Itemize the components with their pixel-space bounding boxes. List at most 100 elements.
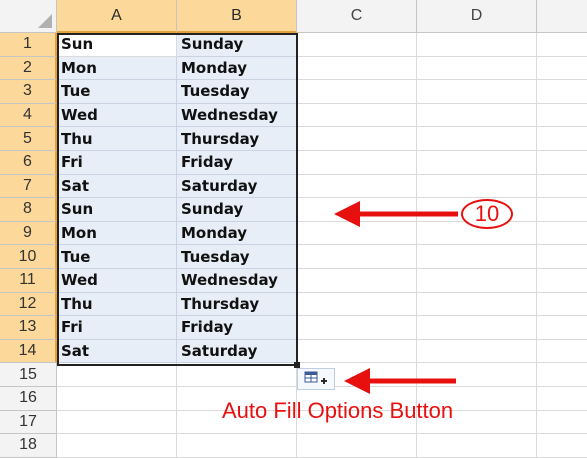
cell[interactable] (537, 387, 587, 411)
cell[interactable] (297, 292, 417, 317)
cell[interactable] (537, 104, 587, 128)
cell[interactable]: Fri (57, 316, 177, 340)
column-header-next[interactable] (537, 0, 587, 33)
cell[interactable] (417, 245, 537, 269)
cell[interactable] (537, 80, 587, 104)
cell[interactable] (537, 151, 587, 175)
cell[interactable]: Monday (177, 221, 297, 246)
cell[interactable] (297, 245, 417, 269)
cell[interactable] (537, 363, 587, 387)
column-header-d[interactable]: D (417, 0, 537, 33)
cell[interactable]: Sunday (177, 198, 297, 222)
cell[interactable]: Sat (57, 174, 177, 199)
cell[interactable]: Sun (57, 198, 177, 222)
row-header[interactable]: 18 (0, 434, 57, 458)
cell[interactable] (537, 293, 587, 317)
auto-fill-options-button[interactable] (297, 368, 335, 390)
row-header[interactable]: 5 (0, 127, 57, 151)
cell[interactable] (537, 175, 587, 199)
cell[interactable] (177, 434, 297, 458)
cell[interactable]: Wed (57, 269, 177, 293)
row-header[interactable]: 10 (0, 245, 57, 269)
cell[interactable] (537, 340, 587, 364)
cell[interactable] (537, 57, 587, 81)
cell[interactable]: Fri (57, 151, 177, 175)
row-header[interactable]: 1 (0, 33, 57, 57)
cell[interactable] (537, 198, 587, 222)
cell[interactable]: Sunday (177, 33, 297, 57)
row-header[interactable]: 3 (0, 80, 57, 104)
cell[interactable] (297, 434, 417, 458)
cell[interactable] (537, 222, 587, 246)
cell[interactable] (297, 56, 417, 81)
select-all-corner[interactable] (0, 0, 57, 33)
cell[interactable] (417, 33, 537, 57)
cell[interactable] (417, 316, 537, 340)
cell[interactable]: Mon (57, 221, 177, 246)
row-header[interactable]: 9 (0, 221, 57, 246)
cell[interactable] (537, 269, 587, 293)
cell[interactable] (537, 434, 587, 458)
cell[interactable] (57, 434, 177, 458)
cell[interactable] (297, 127, 417, 151)
cell[interactable] (297, 151, 417, 175)
cell[interactable] (297, 269, 417, 293)
row-header[interactable]: 4 (0, 103, 57, 128)
column-header-c[interactable]: C (297, 0, 417, 33)
row-header[interactable]: 17 (0, 410, 57, 435)
cell[interactable]: Tue (57, 245, 177, 269)
row-header[interactable]: 15 (0, 363, 57, 387)
cell[interactable] (417, 434, 537, 458)
cell[interactable] (537, 411, 587, 435)
cell[interactable]: Wednesday (177, 103, 297, 128)
cell[interactable]: Tuesday (177, 245, 297, 269)
row-header[interactable]: 6 (0, 151, 57, 175)
column-header-b[interactable]: B (177, 0, 297, 33)
row-header[interactable]: 13 (0, 316, 57, 340)
column-header-a[interactable]: A (57, 0, 177, 33)
cell[interactable] (417, 151, 537, 175)
cell[interactable] (297, 339, 417, 364)
cell[interactable] (537, 33, 587, 57)
row-header[interactable]: 16 (0, 387, 57, 411)
cell[interactable] (417, 127, 537, 151)
row-header[interactable]: 2 (0, 56, 57, 81)
row-header[interactable]: 11 (0, 269, 57, 293)
cell[interactable] (537, 316, 587, 340)
cell[interactable] (177, 363, 297, 387)
cell[interactable]: Thu (57, 127, 177, 151)
cell[interactable] (297, 174, 417, 199)
cell[interactable]: Thursday (177, 292, 297, 317)
cell[interactable]: Thursday (177, 127, 297, 151)
cell[interactable] (57, 387, 177, 411)
cell[interactable]: Tuesday (177, 80, 297, 104)
cell[interactable] (417, 269, 537, 293)
cell[interactable]: Wednesday (177, 269, 297, 293)
cell[interactable]: Saturday (177, 174, 297, 199)
cell[interactable] (417, 80, 537, 104)
cell[interactable] (417, 339, 537, 364)
cell[interactable] (537, 127, 587, 151)
cell[interactable]: Friday (177, 151, 297, 175)
cell[interactable]: Mon (57, 56, 177, 81)
row-header[interactable]: 7 (0, 174, 57, 199)
cell[interactable] (537, 245, 587, 269)
cell[interactable] (57, 410, 177, 435)
row-header[interactable]: 12 (0, 292, 57, 317)
row-header[interactable]: 14 (0, 339, 57, 364)
cell[interactable]: Sun (57, 33, 177, 57)
cell[interactable]: Thu (57, 292, 177, 317)
cell[interactable]: Sat (57, 339, 177, 364)
cell[interactable] (417, 174, 537, 199)
cell[interactable] (417, 292, 537, 317)
cell[interactable] (417, 56, 537, 81)
cell[interactable]: Saturday (177, 339, 297, 364)
cell[interactable] (417, 103, 537, 128)
cell[interactable]: Wed (57, 103, 177, 128)
row-header[interactable]: 8 (0, 198, 57, 222)
cell[interactable] (297, 33, 417, 57)
cell[interactable] (57, 363, 177, 387)
cell[interactable]: Friday (177, 316, 297, 340)
cell[interactable]: Tue (57, 80, 177, 104)
cell[interactable] (297, 103, 417, 128)
